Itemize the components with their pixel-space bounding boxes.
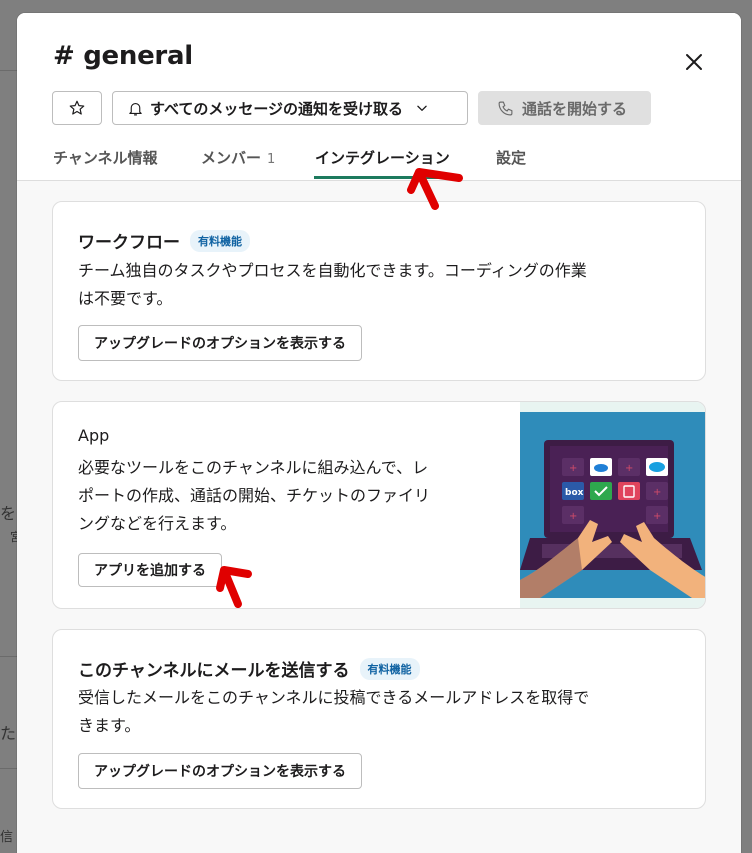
paid-feature-badge: 有料機能 (190, 230, 250, 252)
email-description: 受信したメールをこのチャンネルに投稿できるメールアドレスを取得で きます。 (78, 684, 589, 740)
modal-header: # general すべてのメッセージの通知を受け取る 通話を開始する チャンネ… (17, 13, 741, 181)
tab-integrations[interactable]: インテグレーション (315, 147, 450, 168)
close-button[interactable] (681, 49, 707, 75)
description-line: きます。 (78, 716, 141, 735)
channel-title: # general (53, 41, 193, 71)
star-button[interactable] (52, 91, 102, 125)
tab-settings[interactable]: 設定 (496, 147, 526, 168)
app-card: App 必要なツールをこのチャンネルに組み込んで、レ ポートの作成、通話の開始、… (52, 401, 706, 609)
view-upgrade-options-button[interactable]: アップグレードのオプションを表示する (78, 325, 362, 361)
svg-text:+: + (569, 463, 577, 474)
chevron-down-icon (417, 105, 427, 111)
view-upgrade-options-button[interactable]: アップグレードのオプションを表示する (78, 753, 362, 789)
background-text-fragment: た (0, 724, 17, 743)
background-text-fragment: 信 (0, 830, 14, 845)
description-line: 必要なツールをこのチャンネルに組み込んで、レ (78, 458, 429, 477)
email-title: このチャンネルにメールを送信する 有料機能 (78, 656, 420, 681)
notification-settings-label: すべてのメッセージの通知を受け取る (150, 99, 404, 118)
close-icon (686, 54, 702, 70)
workflow-description: チーム独自のタスクやプロセスを自動化できます。コーディングの作業 は不要です。 (78, 257, 587, 313)
star-icon (69, 100, 85, 115)
app-title: App (78, 426, 110, 445)
app-description: 必要なツールをこのチャンネルに組み込んで、レ ポートの作成、通話の開始、チケット… (78, 454, 430, 538)
background-text-fragment: を (0, 504, 17, 523)
background-divider (0, 656, 17, 657)
description-line: チーム独自のタスクやプロセスを自動化できます。コーディングの作業 (78, 261, 587, 280)
paid-feature-badge: 有料機能 (359, 658, 420, 680)
background-divider (0, 768, 17, 769)
notification-settings-button[interactable]: すべてのメッセージの通知を受け取る (112, 91, 468, 125)
svg-text:+: + (569, 511, 577, 522)
bell-icon (129, 102, 142, 115)
start-call-label: 通話を開始する (522, 99, 628, 118)
email-title-text: このチャンネルにメールを送信する (78, 661, 350, 681)
workflow-card: ワークフロー 有料機能 チーム独自のタスクやプロセスを自動化できます。コーディング… (52, 201, 706, 381)
svg-text:+: + (653, 511, 661, 522)
tab-members[interactable]: メンバー 1 (201, 147, 275, 168)
workflow-title-text: ワークフロー (78, 233, 180, 253)
tab-label: チャンネル情報 (53, 149, 158, 167)
phone-icon (498, 101, 513, 115)
background-divider (0, 70, 17, 71)
description-line: 受信したメールをこのチャンネルに投稿できるメールアドレスを取得で (78, 688, 590, 707)
active-tab-indicator (314, 176, 462, 179)
app-illustration: + + + + + box (520, 402, 705, 608)
email-card: このチャンネルにメールを送信する 有料機能 受信したメールをこのチャンネルに投稿で… (52, 629, 706, 809)
tab-channel-info[interactable]: チャンネル情報 (53, 147, 158, 168)
member-count: 1 (267, 152, 276, 167)
channel-details-modal: # general すべてのメッセージの通知を受け取る 通話を開始する チャンネ… (17, 13, 741, 853)
box-app-label: box (565, 488, 584, 498)
svg-text:+: + (653, 487, 661, 498)
svg-text:+: + (625, 463, 633, 474)
description-line: は不要です。 (78, 289, 173, 308)
tab-label: 設定 (496, 149, 527, 167)
add-app-button[interactable]: アプリを追加する (78, 553, 222, 587)
description-line: ポートの作成、通話の開始、チケットのファイリ (78, 486, 431, 505)
start-call-button[interactable]: 通話を開始する (478, 91, 651, 125)
tab-label: メンバー (201, 149, 262, 167)
description-line: ングなどを行えます。 (78, 514, 237, 533)
workflow-title: ワークフロー 有料機能 (78, 228, 250, 253)
tab-label: インテグレーション (315, 149, 450, 167)
